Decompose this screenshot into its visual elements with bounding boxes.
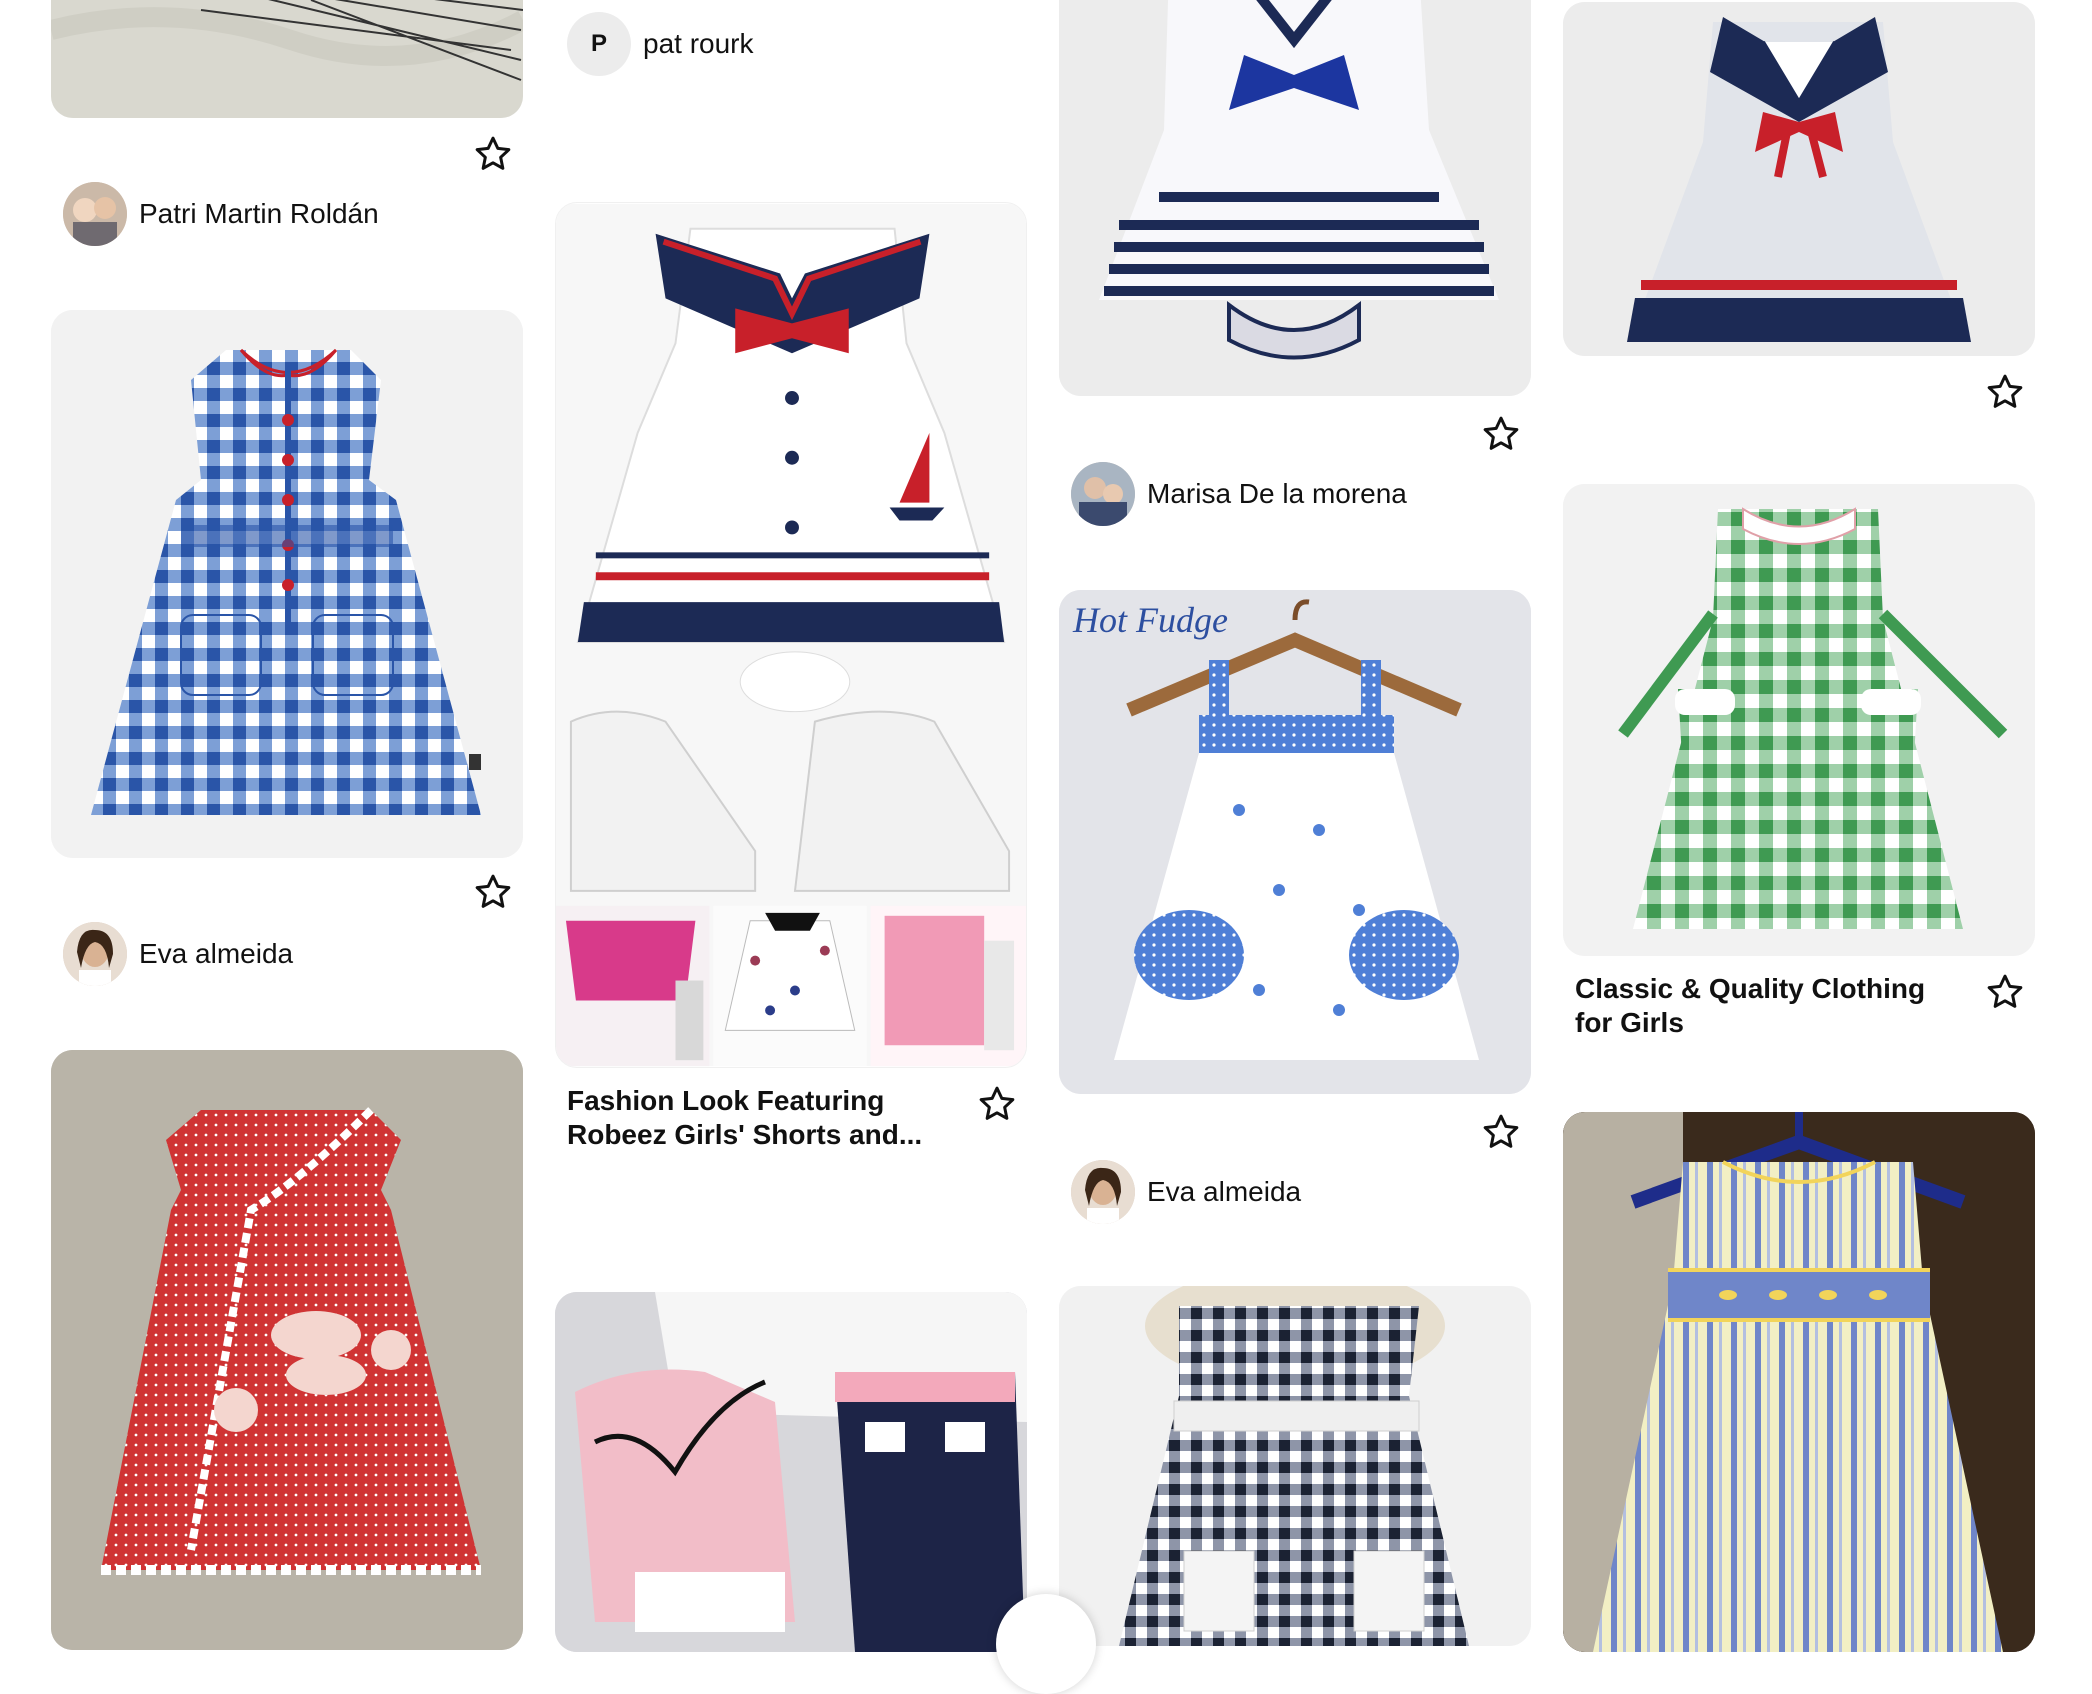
pin-image[interactable] bbox=[1059, 1286, 1531, 1646]
avatar bbox=[63, 922, 127, 986]
author-name: pat rourk bbox=[643, 28, 754, 59]
pin-title[interactable]: Classic & Quality Clothing for Girls bbox=[1575, 972, 1955, 1040]
star-icon[interactable] bbox=[1481, 414, 1521, 454]
author-name: Patri Martin Roldán bbox=[139, 198, 379, 229]
star-icon[interactable] bbox=[473, 872, 513, 912]
pin-image[interactable] bbox=[1563, 2, 2035, 356]
star-icon[interactable] bbox=[1985, 972, 2025, 1012]
pin-image[interactable] bbox=[1563, 1112, 2035, 1652]
star-icon[interactable] bbox=[1985, 372, 2025, 412]
pin-image[interactable] bbox=[51, 0, 523, 118]
pin-author[interactable]: Patri Martin Roldán bbox=[63, 182, 379, 246]
pin-image[interactable] bbox=[51, 310, 523, 858]
star-icon[interactable] bbox=[977, 1084, 1017, 1124]
pin-image[interactable]: Hot Fudge bbox=[1059, 590, 1531, 1094]
floating-action-button[interactable] bbox=[996, 1594, 1096, 1694]
pin-image[interactable] bbox=[1563, 484, 2035, 956]
pin-author[interactable]: Eva almeida bbox=[1071, 1160, 1301, 1224]
pin-author[interactable]: Eva almeida bbox=[63, 922, 293, 986]
pin-author[interactable]: P pat rourk bbox=[567, 12, 754, 76]
pin-image[interactable] bbox=[555, 202, 1027, 1068]
author-name: Eva almeida bbox=[139, 938, 294, 969]
star-icon[interactable] bbox=[473, 134, 513, 174]
pin-title[interactable]: Fashion Look Featuring Robeez Girls' Sho… bbox=[567, 1084, 947, 1152]
star-icon[interactable] bbox=[1481, 1112, 1521, 1152]
pin-image[interactable] bbox=[1059, 0, 1531, 396]
avatar bbox=[1071, 462, 1135, 526]
avatar bbox=[63, 182, 127, 246]
author-name: Marisa De la morena bbox=[1147, 478, 1407, 509]
pin-image[interactable] bbox=[555, 1292, 1027, 1652]
image-caption: Hot Fudge bbox=[1072, 600, 1228, 640]
pin-author[interactable]: Marisa De la morena bbox=[1071, 462, 1407, 526]
pin-image[interactable] bbox=[51, 1050, 523, 1650]
author-name: Eva almeida bbox=[1147, 1176, 1302, 1207]
avatar: P bbox=[567, 12, 631, 76]
avatar bbox=[1071, 1160, 1135, 1224]
